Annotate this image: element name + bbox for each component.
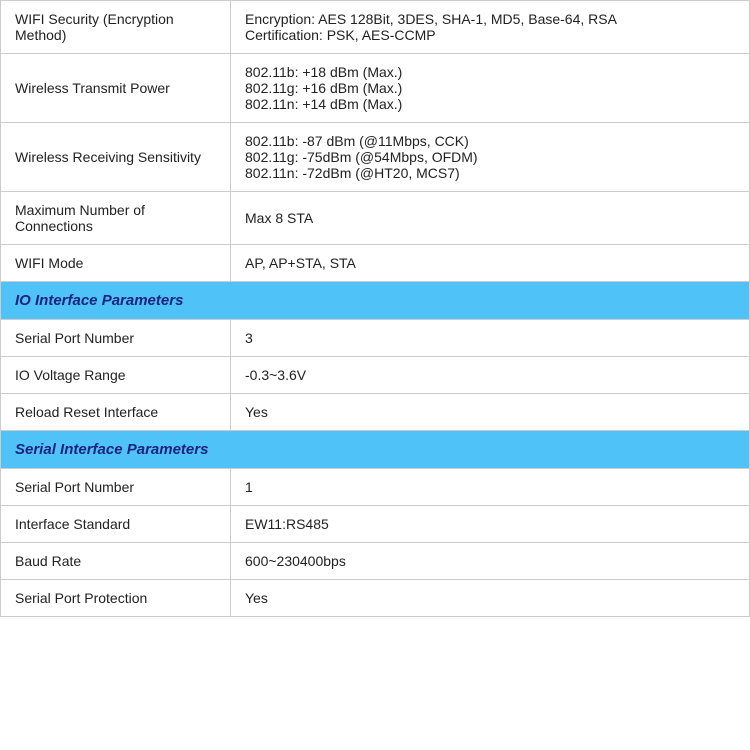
table-row: Serial Port Number1 xyxy=(1,469,750,506)
row-label: Serial Port Number xyxy=(1,469,231,506)
row-label: IO Voltage Range xyxy=(1,357,231,394)
row-label: Maximum Number of Connections xyxy=(1,192,231,245)
row-value: 1 xyxy=(231,469,750,506)
table-row: Baud Rate600~230400bps xyxy=(1,543,750,580)
row-label: Wireless Transmit Power xyxy=(1,54,231,123)
section-header-row: IO Interface Parameters xyxy=(1,282,750,320)
row-label: Serial Port Protection xyxy=(1,580,231,617)
row-label: Baud Rate xyxy=(1,543,231,580)
table-row: WIFI Security (Encryption Method)Encrypt… xyxy=(1,1,750,54)
row-value: AP, AP+STA, STA xyxy=(231,245,750,282)
row-value: Encryption: AES 128Bit, 3DES, SHA-1, MD5… xyxy=(231,1,750,54)
specs-table: WIFI Security (Encryption Method)Encrypt… xyxy=(0,0,750,617)
row-label: Interface Standard xyxy=(1,506,231,543)
section-header-label: Serial Interface Parameters xyxy=(1,431,750,469)
table-row: Interface StandardEW11:RS485 xyxy=(1,506,750,543)
row-value: 802.11b: -87 dBm (@11Mbps, CCK)802.11g: … xyxy=(231,123,750,192)
row-value: 600~230400bps xyxy=(231,543,750,580)
row-label: WIFI Mode xyxy=(1,245,231,282)
table-row: Serial Port Number3 xyxy=(1,320,750,357)
row-label: Reload Reset Interface xyxy=(1,394,231,431)
row-value: Yes xyxy=(231,580,750,617)
table-row: Maximum Number of ConnectionsMax 8 STA xyxy=(1,192,750,245)
row-label: Serial Port Number xyxy=(1,320,231,357)
row-value: -0.3~3.6V xyxy=(231,357,750,394)
table-row: Wireless Receiving Sensitivity802.11b: -… xyxy=(1,123,750,192)
row-label: WIFI Security (Encryption Method) xyxy=(1,1,231,54)
row-value: Yes xyxy=(231,394,750,431)
row-value: Max 8 STA xyxy=(231,192,750,245)
table-row: Serial Port ProtectionYes xyxy=(1,580,750,617)
section-header-label: IO Interface Parameters xyxy=(1,282,750,320)
table-row: Reload Reset InterfaceYes xyxy=(1,394,750,431)
section-header-row: Serial Interface Parameters xyxy=(1,431,750,469)
row-value: 3 xyxy=(231,320,750,357)
table-row: Wireless Transmit Power802.11b: +18 dBm … xyxy=(1,54,750,123)
row-value: 802.11b: +18 dBm (Max.)802.11g: +16 dBm … xyxy=(231,54,750,123)
row-value: EW11:RS485 xyxy=(231,506,750,543)
table-row: WIFI ModeAP, AP+STA, STA xyxy=(1,245,750,282)
table-row: IO Voltage Range-0.3~3.6V xyxy=(1,357,750,394)
row-label: Wireless Receiving Sensitivity xyxy=(1,123,231,192)
